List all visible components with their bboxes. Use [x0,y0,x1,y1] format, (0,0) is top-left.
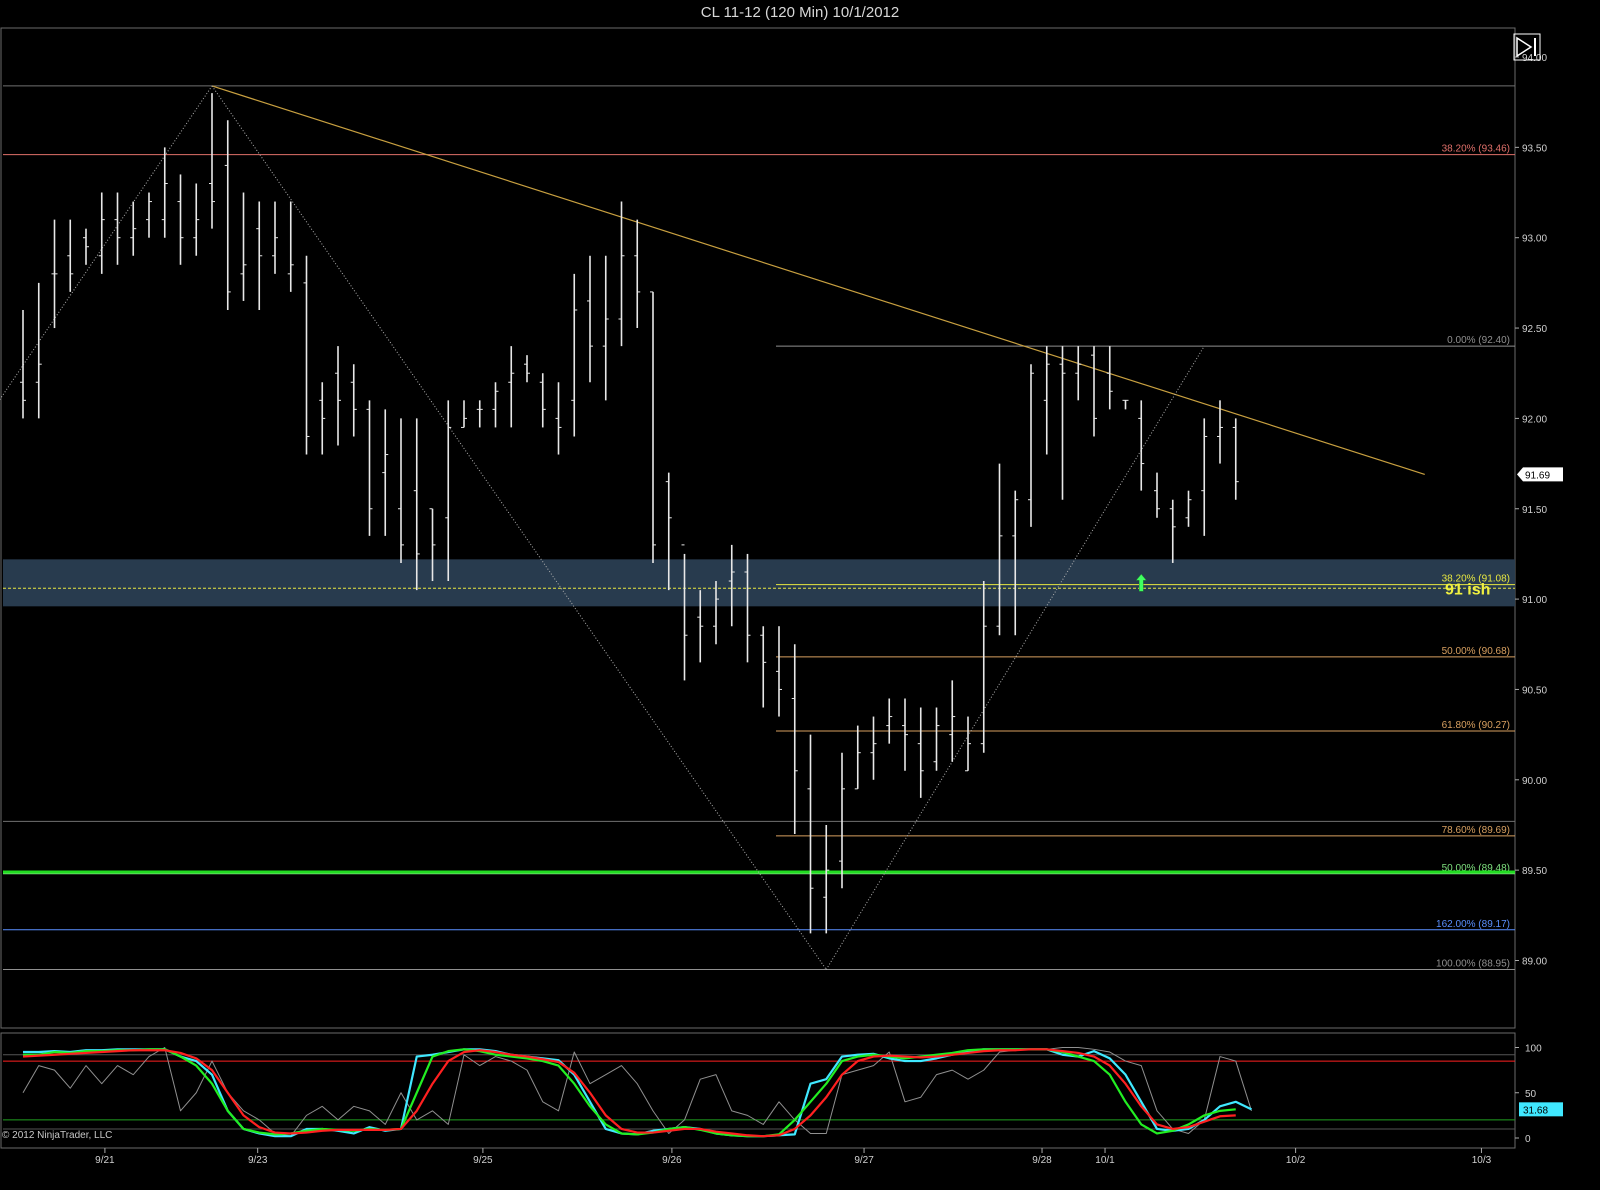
stochastics-series-line [22,1048,1236,1138]
stochastics-y-tick-label: 0 [1525,1134,1531,1145]
y-tick-label: 92.50 [1522,324,1547,335]
last-price-label: 91.69 [1525,470,1550,481]
x-tick-label: 10/3 [1472,1155,1492,1166]
y-tick-label: 90.50 [1522,685,1547,696]
stochastics-series-line [23,1048,1252,1138]
swing-line [211,85,827,970]
skip-forward-icon[interactable] [1513,33,1541,61]
y-tick-label: 93.50 [1522,143,1547,154]
x-tick-label: 9/25 [473,1155,493,1166]
y-tick-label: 92.00 [1522,414,1547,425]
y-tick-label: 91.00 [1522,595,1547,606]
x-tick-label: 9/23 [248,1155,268,1166]
stochastics-y-tick-label: 100 [1525,1044,1542,1055]
support-zone [3,559,1515,607]
stochastics-y-tick-label: 50 [1525,1089,1537,1100]
fib-level-label: 0.00% (92.40) [1447,335,1510,346]
y-tick-label: 89.00 [1522,957,1547,968]
annotation-text: 91 ish [1445,581,1490,598]
y-tick-label: 90.00 [1522,776,1547,787]
fib-level-label: 38.20% (93.46) [1442,144,1510,155]
y-tick-label: 93.00 [1522,234,1547,245]
y-tick-label: 89.50 [1522,866,1547,877]
x-tick-label: 9/27 [854,1155,874,1166]
y-tick-label: 91.50 [1522,505,1547,516]
stochastics-series-line [23,1048,1236,1138]
fib-level-label: 78.60% (89.69) [1442,825,1510,836]
fib-level-label: 100.00% (88.95) [1436,959,1510,970]
stochastics-last-label: 31.68 [1523,1105,1548,1116]
copyright-text: © 2012 NinjaTrader, LLC [2,1130,113,1141]
stochastics-pane-border [0,1032,1516,1149]
fib-level-label: 50.00% (90.68) [1442,646,1510,657]
price-chart[interactable]: 38.20% (93.46)0.00% (92.40)38.20% (91.08… [0,0,1600,1190]
swing-line [825,345,1205,970]
fib-level-label: 162.00% (89.17) [1436,919,1510,930]
x-tick-label: 9/28 [1032,1155,1052,1166]
x-tick-label: 9/26 [662,1155,682,1166]
swing-line [0,85,213,401]
fib-level-label: 61.80% (90.27) [1442,720,1510,731]
x-tick-label: 10/2 [1286,1155,1306,1166]
resistance-trendline [211,85,1425,475]
x-tick-label: 10/1 [1095,1155,1115,1166]
x-tick-label: 9/21 [95,1155,115,1166]
